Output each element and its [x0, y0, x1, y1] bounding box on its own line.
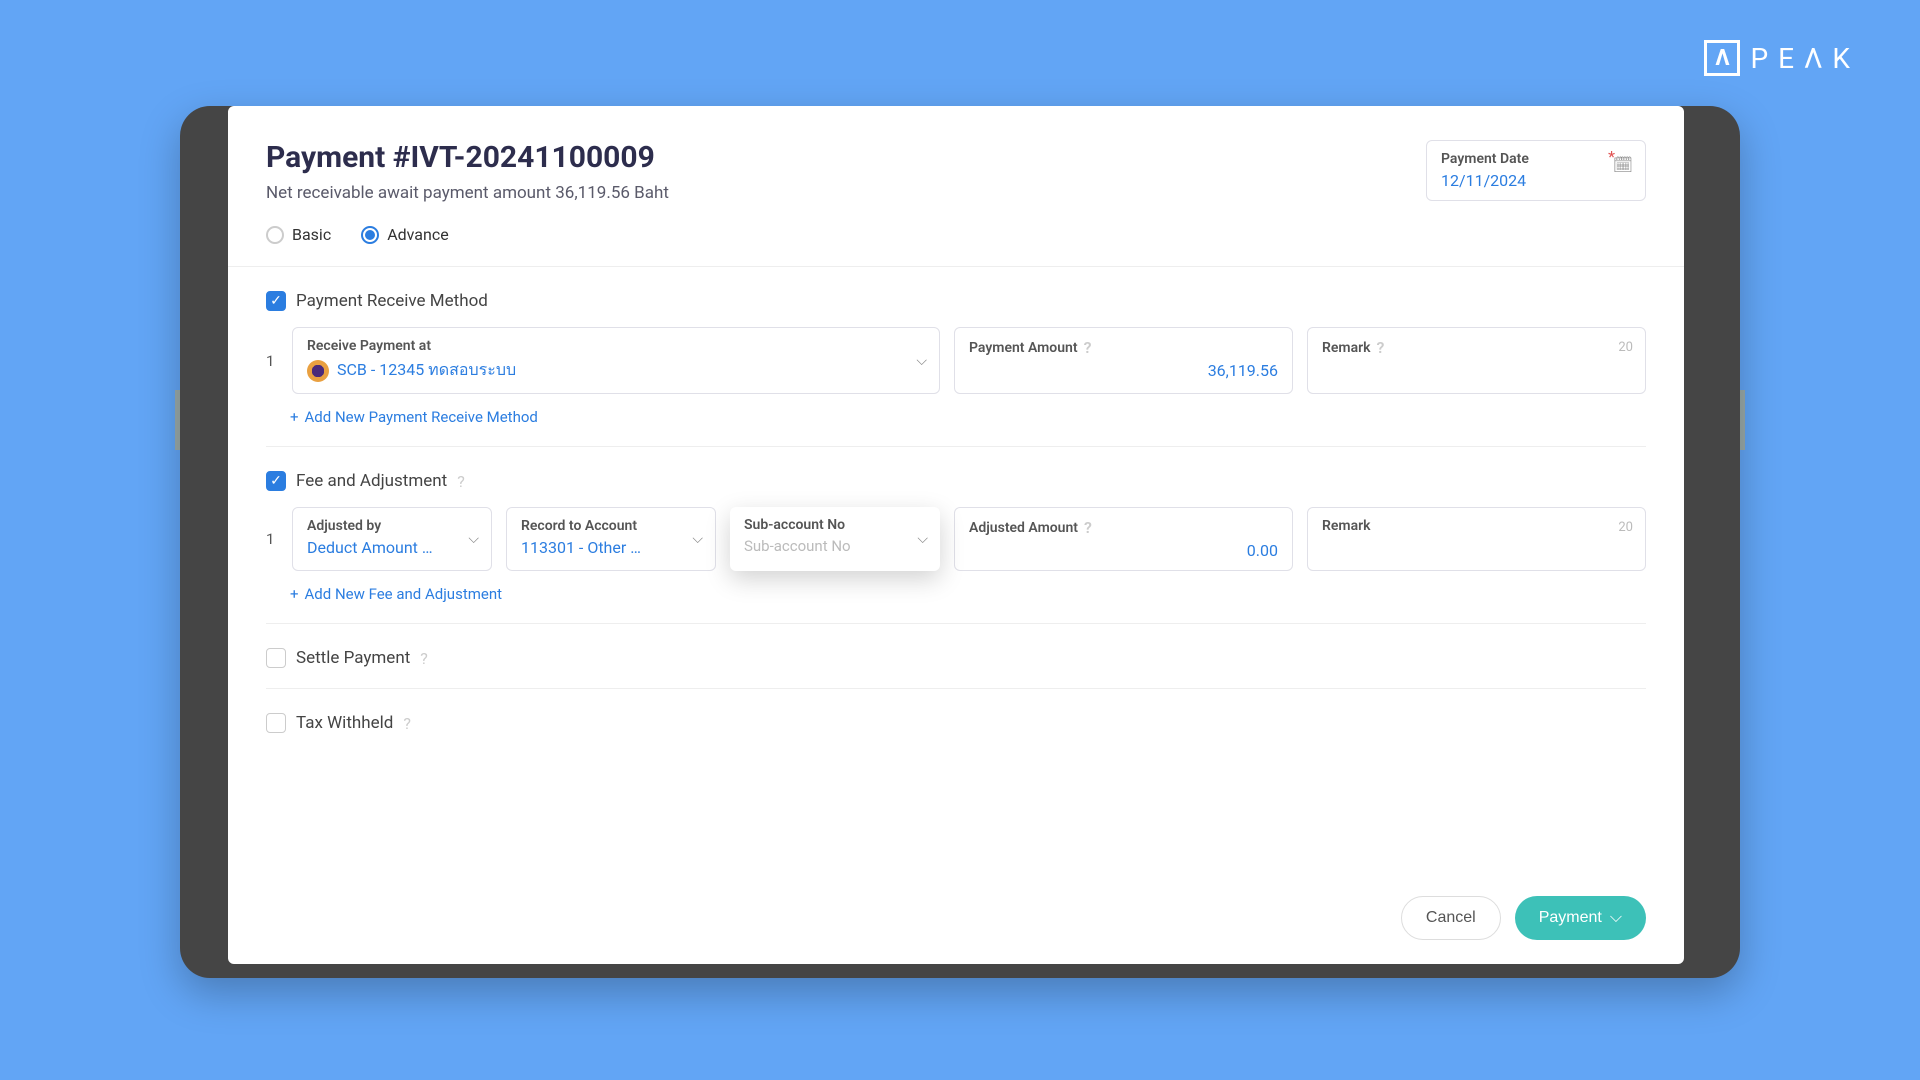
tax-withheld-section: Tax Withheld ?: [266, 713, 1646, 733]
chevron-down-icon: ⌵: [692, 531, 703, 547]
fee-remark-input[interactable]: 20 Remark: [1307, 507, 1646, 571]
cancel-button[interactable]: Cancel: [1401, 896, 1501, 940]
settle-payment-section: Settle Payment ?: [266, 648, 1646, 668]
logo-text: PEΛK: [1750, 42, 1860, 75]
record-account-select[interactable]: Record to Account 113301 - Other … ⌵: [506, 507, 716, 571]
adjusted-by-select[interactable]: Adjusted by Deduct Amount … ⌵: [292, 507, 492, 571]
help-icon: ?: [403, 714, 411, 733]
adjusted-amount-label: Adjusted Amount ?: [969, 518, 1278, 537]
logo-icon: Λ: [1704, 40, 1740, 76]
help-icon: ?: [457, 472, 465, 491]
settle-title: Settle Payment: [296, 648, 410, 668]
receive-label: Receive Payment at: [307, 338, 925, 354]
subaccount-placeholder: Sub-account No: [744, 537, 926, 555]
char-counter: 20: [1618, 340, 1633, 355]
adjusted-by-label: Adjusted by: [307, 518, 477, 534]
bank-icon: [307, 360, 329, 382]
page-title: Payment #IVT-20241100009: [266, 140, 669, 175]
mode-basic-radio[interactable]: Basic: [266, 225, 331, 244]
tax-withheld-checkbox[interactable]: [266, 713, 286, 733]
date-value: 12/11/2024: [1441, 171, 1631, 190]
tablet-frame: Payment #IVT-20241100009 Net receivable …: [180, 106, 1740, 978]
amount-value: 36,119.56: [969, 361, 1278, 380]
payment-method-section: ✓ Payment Receive Method 1 Receive Payme…: [266, 291, 1646, 426]
payment-amount-input[interactable]: Payment Amount ? 36,119.56: [954, 327, 1293, 394]
plus-icon: +: [290, 408, 299, 426]
mode-basic-label: Basic: [292, 225, 331, 244]
adjusted-by-value: Deduct Amount …: [307, 538, 477, 557]
radio-icon: [266, 226, 284, 244]
amount-label: Payment Amount ?: [969, 338, 1278, 357]
fee-adjustment-section: ✓ Fee and Adjustment ? 1 Adjusted by Ded…: [266, 471, 1646, 603]
remark-label: Remark ?: [1322, 338, 1631, 357]
add-fee-adjustment-link[interactable]: + Add New Fee and Adjustment: [290, 585, 1646, 603]
fee-adjustment-checkbox[interactable]: ✓: [266, 471, 286, 491]
page-subtitle: Net receivable await payment amount 36,1…: [266, 183, 669, 203]
payment-modal: Payment #IVT-20241100009 Net receivable …: [228, 106, 1684, 964]
mode-advance-label: Advance: [387, 225, 449, 244]
help-icon: ?: [1084, 338, 1092, 357]
chevron-down-icon: ⌵: [916, 353, 927, 369]
radio-icon: [361, 226, 379, 244]
record-label: Record to Account: [521, 518, 701, 534]
tax-title: Tax Withheld: [296, 713, 393, 733]
record-value: 113301 - Other …: [521, 538, 701, 557]
brand-logo: Λ PEΛK: [1704, 40, 1860, 76]
row-number: 1: [266, 352, 280, 370]
help-icon: ?: [420, 649, 428, 668]
fee-adjustment-title: Fee and Adjustment: [296, 471, 447, 491]
date-label: Payment Date: [1441, 151, 1631, 167]
subaccount-label: Sub-account No: [744, 517, 926, 533]
payment-button[interactable]: Payment ⌵: [1515, 896, 1646, 940]
adjusted-amount-value: 0.00: [969, 541, 1278, 560]
payment-date-field[interactable]: * 🗓 Payment Date 12/11/2024: [1426, 140, 1646, 201]
adjusted-amount-input[interactable]: Adjusted Amount ? 0.00: [954, 507, 1293, 571]
add-payment-method-link[interactable]: + Add New Payment Receive Method: [290, 408, 1646, 426]
help-icon: ?: [1084, 518, 1092, 537]
remark-input[interactable]: 20 Remark ?: [1307, 327, 1646, 394]
char-counter: 20: [1618, 520, 1633, 535]
payment-method-title: Payment Receive Method: [296, 291, 488, 311]
help-icon: ?: [1377, 338, 1385, 357]
row-number: 1: [266, 530, 280, 548]
chevron-down-icon: ⌵: [917, 531, 928, 547]
settle-payment-checkbox[interactable]: [266, 648, 286, 668]
payment-method-checkbox[interactable]: ✓: [266, 291, 286, 311]
receive-value: SCB - 12345 ทดสอบระบบ: [337, 358, 516, 383]
receive-payment-select[interactable]: Receive Payment at SCB - 12345 ทดสอบระบบ…: [292, 327, 940, 394]
sub-account-select[interactable]: Sub-account No Sub-account No ⌵: [730, 507, 940, 571]
calendar-icon: 🗓: [1613, 155, 1633, 174]
fee-remark-label: Remark: [1322, 518, 1631, 534]
chevron-down-icon: ⌵: [468, 531, 479, 547]
plus-icon: +: [290, 585, 299, 603]
chevron-down-icon: ⌵: [1610, 909, 1622, 927]
mode-advance-radio[interactable]: Advance: [361, 225, 449, 244]
